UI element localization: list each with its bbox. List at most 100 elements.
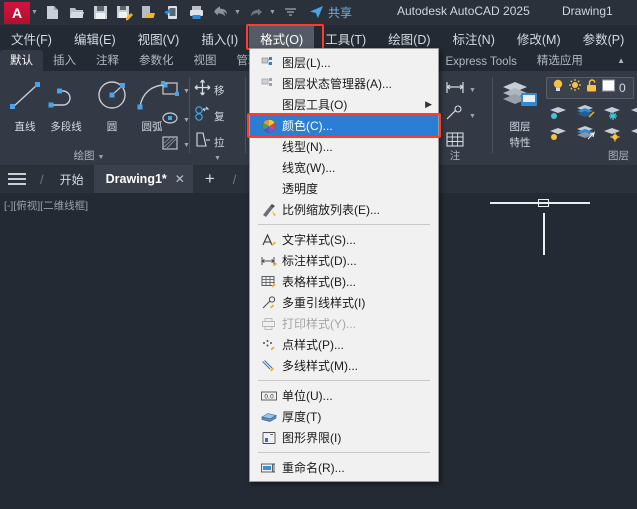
ribbon-tab-featured-apps[interactable]: 精选应用 bbox=[527, 50, 593, 71]
ribbon-tab-express-tools[interactable]: Express Tools bbox=[436, 54, 527, 71]
menu-item-text-style[interactable]: 文字样式(S)... bbox=[250, 229, 438, 250]
new-file-icon[interactable] bbox=[41, 2, 63, 24]
save-icon[interactable] bbox=[89, 2, 111, 24]
ribbon-tab-parametric[interactable]: 参数化 bbox=[129, 50, 184, 71]
menu-tools[interactable]: 工具(T) bbox=[314, 26, 377, 51]
menu-modify[interactable]: 修改(M) bbox=[506, 26, 572, 51]
modify-panel-expand-icon[interactable]: ▼ bbox=[214, 155, 221, 162]
export-icon[interactable] bbox=[137, 2, 159, 24]
ribbon-tab-home[interactable]: 默认 bbox=[0, 50, 43, 71]
ribbon-tab-view[interactable]: 视图 bbox=[184, 50, 227, 71]
menu-item-plot-style: 打印样式(Y)... bbox=[250, 313, 438, 334]
application-menu-button[interactable]: A bbox=[4, 1, 30, 24]
layer-thaw-icon[interactable] bbox=[600, 123, 626, 143]
menu-item-dimension-style[interactable]: 标注样式(D)... bbox=[250, 250, 438, 271]
draw-tool-rectangle[interactable]: ▼ bbox=[160, 80, 190, 103]
annotation-tool-leader[interactable]: ▼ bbox=[444, 105, 476, 127]
layer-properties-button[interactable]: 图层 特性 bbox=[497, 77, 543, 150]
redo-icon[interactable] bbox=[244, 2, 266, 24]
layer-isolate-icon[interactable] bbox=[573, 102, 599, 122]
circle-icon bbox=[92, 77, 132, 118]
layer-unlock-icon[interactable] bbox=[627, 123, 637, 143]
menu-item-layer-tools[interactable]: 图层工具(O) ▶ bbox=[250, 94, 438, 115]
menu-item-lineweight[interactable]: 线宽(W)... bbox=[250, 157, 438, 178]
tab-drawing1[interactable]: Drawing1* ✕ bbox=[93, 165, 193, 193]
layer-lock-icon[interactable] bbox=[627, 102, 637, 122]
menu-item-thickness-label: 厚度(T) bbox=[282, 410, 322, 424]
copy-icon bbox=[194, 105, 211, 127]
print-icon[interactable] bbox=[185, 2, 207, 24]
annotation-tool-linear-dim[interactable]: ▼ bbox=[444, 79, 476, 101]
menu-item-scale-list[interactable]: 比例缩放列表(E)... bbox=[250, 199, 438, 220]
plus-icon[interactable]: + bbox=[193, 169, 227, 189]
layer-properties-icon bbox=[499, 77, 541, 118]
menu-item-rename[interactable]: 重命名(R)... bbox=[250, 457, 438, 478]
layer-status-bar[interactable]: 0 bbox=[546, 77, 634, 99]
menu-item-layer-state-manager[interactable]: 图层状态管理器(A)... bbox=[250, 73, 438, 94]
close-icon[interactable]: ✕ bbox=[175, 172, 185, 186]
menu-file[interactable]: 文件(F) bbox=[0, 26, 63, 51]
layer-freeze-icon[interactable] bbox=[600, 102, 626, 122]
modify-tool-stretch[interactable]: 拉 bbox=[194, 131, 225, 153]
menu-item-rename-label: 重命名(R)... bbox=[282, 461, 345, 475]
lightbulb-on-icon[interactable] bbox=[551, 78, 565, 98]
menu-item-thickness[interactable]: 厚度(T) bbox=[250, 406, 438, 427]
ribbon-panel-layers-label: 图层 bbox=[608, 150, 629, 162]
save-as-icon[interactable] bbox=[113, 2, 135, 24]
menu-insert[interactable]: 插入(I) bbox=[190, 26, 249, 51]
modify-tool-copy[interactable]: 复 bbox=[194, 105, 225, 127]
open-folder-icon[interactable] bbox=[65, 2, 87, 24]
draw-tool-polyline[interactable]: 多段线 bbox=[42, 77, 90, 134]
modify-tool-move[interactable]: 移 bbox=[194, 79, 225, 101]
menu-item-table-style[interactable]: 表格样式(B)... bbox=[250, 271, 438, 292]
hamburger-menu-icon[interactable] bbox=[0, 173, 34, 185]
ribbon-tab-insert[interactable]: 插入 bbox=[43, 50, 86, 71]
viewport-label[interactable]: [-][俯视][二维线框] bbox=[4, 198, 88, 213]
leader-dropdown-icon[interactable]: ▼ bbox=[469, 113, 476, 120]
ribbon-tab-annotate[interactable]: 注释 bbox=[86, 50, 129, 71]
text-style-icon bbox=[256, 233, 282, 247]
menu-item-transparency[interactable]: 透明度 bbox=[250, 178, 438, 199]
menu-item-linetype[interactable]: 线型(N)... bbox=[250, 136, 438, 157]
menu-view[interactable]: 视图(V) bbox=[127, 26, 191, 51]
undo-chevron-down-icon[interactable]: ▼ bbox=[233, 9, 242, 16]
menu-item-color[interactable]: 颜色(C)... bbox=[247, 113, 441, 138]
plot-device-icon[interactable] bbox=[161, 2, 183, 24]
color-swatch-icon[interactable] bbox=[601, 78, 616, 98]
menu-item-drawing-limits[interactable]: 图形界限(I) bbox=[250, 427, 438, 448]
layer-unisolate-icon[interactable] bbox=[573, 123, 599, 143]
sun-icon[interactable] bbox=[568, 78, 582, 98]
menu-format[interactable]: 格式(O) bbox=[249, 25, 315, 51]
autocad-window: A ▼ ▼ ▼ 共享 Autodesk AutoCAD 2025 Drawing… bbox=[0, 0, 637, 509]
app-menu-chevron-down-icon[interactable]: ▼ bbox=[30, 9, 39, 16]
unlock-icon[interactable] bbox=[585, 78, 598, 98]
menu-item-point-style[interactable]: 点样式(P)... bbox=[250, 334, 438, 355]
customize-qat-icon[interactable] bbox=[279, 2, 301, 24]
menu-item-multiline-style[interactable]: 多线样式(M)... bbox=[250, 355, 438, 376]
menu-dimension[interactable]: 标注(N) bbox=[442, 26, 506, 51]
menu-item-layer[interactable]: 图层(L)... bbox=[250, 52, 438, 73]
draw-tool-line[interactable]: 直线 bbox=[4, 77, 46, 134]
menu-draw[interactable]: 绘图(D) bbox=[377, 26, 441, 51]
menu-item-units[interactable]: 0.0 单位(U)... bbox=[250, 385, 438, 406]
layer-on-icon[interactable] bbox=[546, 123, 572, 143]
draw-panel-expand-icon[interactable]: ▼ bbox=[97, 154, 104, 161]
menu-item-table-style-label: 表格样式(B)... bbox=[282, 275, 356, 289]
redo-chevron-down-icon[interactable]: ▼ bbox=[268, 9, 277, 16]
ribbon-collapse-chevron-up-icon[interactable]: ▲ bbox=[607, 54, 635, 68]
draw-tool-circle[interactable]: 圆 bbox=[91, 77, 133, 134]
draw-tool-ellipse[interactable]: ▼ bbox=[160, 109, 190, 132]
menu-item-multileader-style[interactable]: 多重引线样式(I) bbox=[250, 292, 438, 313]
dimension-dropdown-icon[interactable]: ▼ bbox=[469, 87, 476, 94]
menu-item-plot-style-label: 打印样式(Y)... bbox=[282, 317, 356, 331]
draw-tool-line-label: 直线 bbox=[14, 121, 36, 133]
share-paperplane-icon bbox=[309, 4, 324, 22]
menu-item-multileader-style-label: 多重引线样式(I) bbox=[282, 296, 366, 310]
share-button[interactable]: 共享 bbox=[309, 4, 352, 22]
menu-edit[interactable]: 编辑(E) bbox=[63, 26, 127, 51]
layer-off-icon[interactable] bbox=[546, 102, 572, 122]
menu-item-drawing-limits-label: 图形界限(I) bbox=[282, 431, 342, 445]
undo-icon[interactable] bbox=[209, 2, 231, 24]
tab-start[interactable]: 开始 bbox=[50, 171, 94, 188]
menu-parametric[interactable]: 参数(P) bbox=[572, 26, 636, 51]
